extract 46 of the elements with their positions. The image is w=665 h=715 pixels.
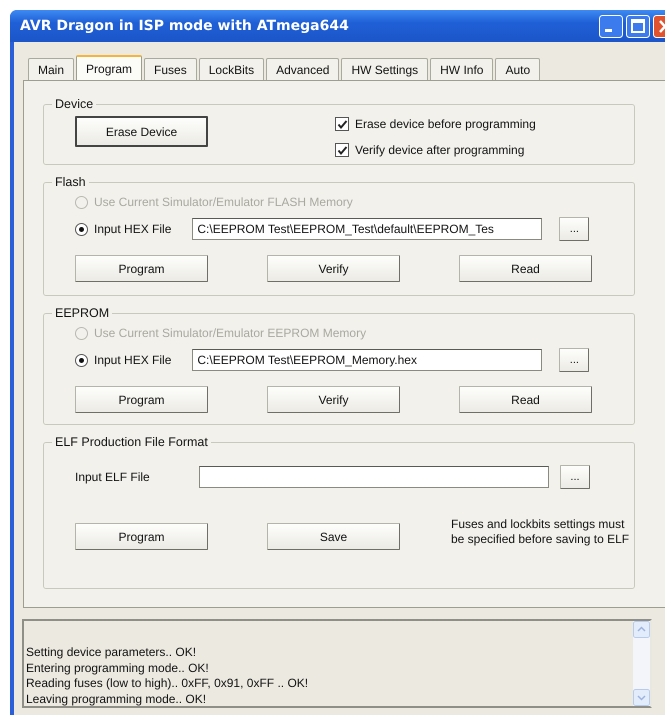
- checkbox[interactable]: [335, 143, 349, 157]
- browse-button[interactable]: ...: [559, 348, 590, 372]
- group-title: Flash: [54, 175, 87, 189]
- field-label: Input ELF File: [75, 470, 151, 484]
- action-button[interactable]: Program: [75, 386, 208, 413]
- tab[interactable]: Program: [76, 55, 142, 80]
- tab[interactable]: HW Info: [430, 58, 494, 80]
- checkbox-label: Verify device after programming: [355, 143, 524, 157]
- checkbox[interactable]: [335, 117, 349, 131]
- action-button[interactable]: Verify: [267, 255, 400, 282]
- tab[interactable]: HW Settings: [341, 58, 428, 80]
- tab[interactable]: Advanced: [266, 58, 340, 80]
- action-button[interactable]: Read: [459, 386, 592, 413]
- action-button[interactable]: Read: [459, 255, 592, 282]
- log-line: Leaving programming mode.. OK!: [26, 692, 208, 707]
- radio-label: Input HEX File: [94, 222, 172, 236]
- minimize-button[interactable]: [599, 14, 623, 38]
- file-path-field[interactable]: C:\EEPROM Test\EEPROM_Test\default\EEPROM_Tes: [192, 218, 542, 240]
- radio-label: Use Current Simulator/Emulator FLASH Memory: [94, 195, 353, 209]
- elf-file-field[interactable]: [199, 466, 549, 488]
- group-title: EEPROM: [54, 306, 110, 320]
- browse-button[interactable]: ...: [560, 465, 590, 489]
- group-title: ELF Production File Format: [54, 435, 209, 449]
- tab[interactable]: Fuses: [144, 58, 197, 80]
- log-line: Reading fuses (low to high).. 0xFF, 0x91, 0xFF .. OK!: [26, 676, 310, 692]
- tab[interactable]: Main: [28, 58, 74, 80]
- radio-label: Input HEX File: [94, 353, 172, 367]
- action-button[interactable]: Verify: [267, 386, 400, 413]
- group-title: Device: [54, 97, 94, 111]
- tab[interactable]: LockBits: [198, 58, 264, 80]
- action-button[interactable]: Save: [267, 523, 400, 550]
- maximize-button[interactable]: [626, 14, 650, 38]
- radio-label: Use Current Simulator/Emulator EEPROM Memory: [94, 326, 366, 340]
- action-button[interactable]: Program: [75, 255, 208, 282]
- action-button[interactable]: Program: [75, 523, 208, 550]
- radio-button[interactable]: [75, 354, 88, 366]
- info-note: Fuses and lockbits settings must be specified before saving to ELF: [451, 517, 630, 547]
- checkbox-label: Erase device before programming: [355, 117, 536, 131]
- log-line: Entering programming mode.. OK!: [26, 660, 210, 676]
- radio-button[interactable]: [75, 222, 88, 236]
- log-line: Setting device parameters.. OK!: [26, 645, 198, 660]
- browse-button[interactable]: ...: [559, 217, 590, 241]
- tab[interactable]: Auto: [495, 58, 540, 80]
- window-title: AVR Dragon in ISP mode with ATmega644: [20, 18, 349, 34]
- file-path-field[interactable]: C:\EEPROM Test\EEPROM_Memory.hex: [192, 349, 542, 371]
- erase-device-button[interactable]: Erase Device: [75, 116, 208, 147]
